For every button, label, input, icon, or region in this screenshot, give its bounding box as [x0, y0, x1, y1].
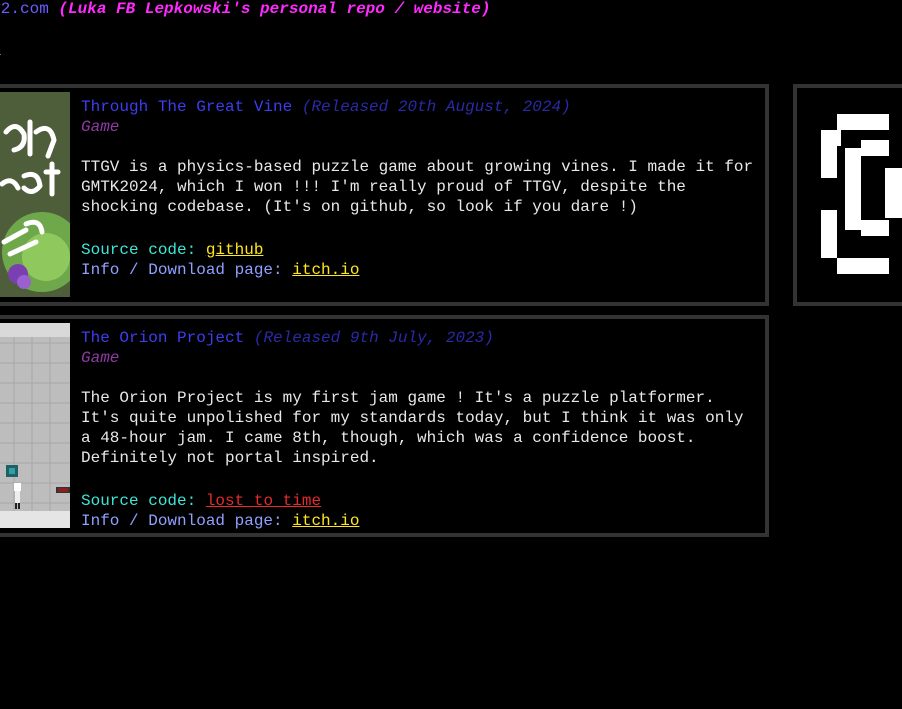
project-description: The Orion Project is my first jam game !… — [81, 389, 744, 467]
project-category: Game — [81, 349, 120, 367]
project-description: TTGV is a physics-based puzzle game abou… — [81, 158, 754, 216]
ttgv-cover-art — [0, 92, 70, 297]
source-code-label: Source code: — [81, 492, 197, 510]
release-date: (Released 20th August, 2024) — [301, 98, 571, 116]
project-title: Through The Great Vine — [81, 98, 293, 116]
site-logo-box — [793, 84, 902, 306]
info-download-link[interactable]: itch.io — [292, 261, 359, 279]
project-title-line: The Orion Project (Released 9th July, 20… — [81, 328, 761, 348]
project-links: Source code: github Info / Download page… — [81, 240, 761, 280]
project-card-ttgv: Through The Great Vine (Released 20th Au… — [0, 84, 769, 306]
project-title-line: Through The Great Vine (Released 20th Au… — [81, 97, 761, 117]
release-date: (Released 9th July, 2023) — [253, 329, 494, 347]
info-download-link[interactable]: itch.io — [292, 512, 359, 530]
site-subtitle: (Luka FB Lepkowski's personal repo / web… — [58, 0, 491, 18]
source-code-link[interactable]: github — [206, 241, 264, 259]
site-header: nky2.com (Luka FB Lepkowski's personal r… — [0, 0, 491, 19]
orion-thumbnail — [0, 323, 70, 528]
site-name[interactable]: nky2.com — [0, 0, 49, 18]
nav-link[interactable]: ade — [0, 39, 1, 59]
info-download-label: Info / Download page: — [81, 512, 283, 530]
project-body: Through The Great Vine (Released 20th Au… — [81, 97, 761, 280]
project-links: Source code: lost to time Info / Downloa… — [81, 491, 761, 531]
info-download-label: Info / Download page: — [81, 261, 283, 279]
source-code-label: Source code: — [81, 241, 197, 259]
logo-icon — [821, 114, 902, 274]
ttgv-thumbnail — [0, 92, 70, 297]
project-title: The Orion Project — [81, 329, 245, 347]
project-card-orion: The Orion Project (Released 9th July, 20… — [0, 315, 769, 537]
orion-cover-art — [0, 323, 70, 528]
project-body: The Orion Project (Released 9th July, 20… — [81, 328, 761, 531]
source-code-link[interactable]: lost to time — [206, 492, 321, 510]
project-category: Game — [81, 118, 120, 136]
